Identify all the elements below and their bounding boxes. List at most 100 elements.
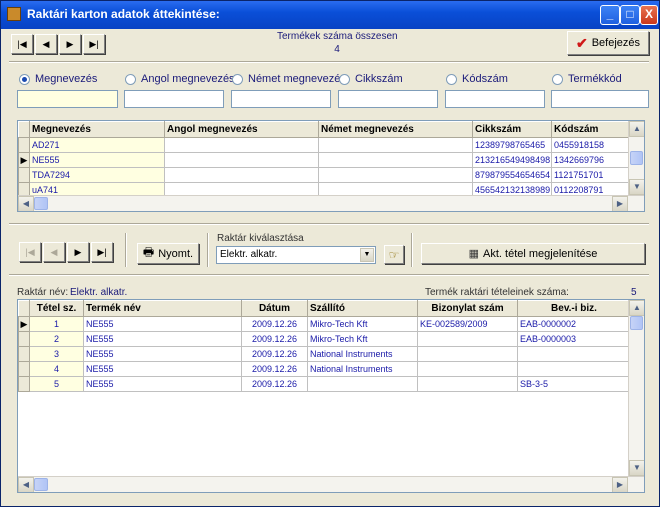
cell-cikkszam[interactable]: 12389798765465: [472, 137, 552, 153]
search-field-megnevezes[interactable]: [17, 90, 118, 108]
search-field-cikkszam[interactable]: [338, 90, 438, 108]
col-header-szallito[interactable]: Szállító: [307, 300, 418, 317]
cell-termek-nev[interactable]: NE555: [83, 361, 242, 377]
scroll-down-icon[interactable]: ▼: [629, 179, 644, 195]
scroll-left-icon[interactable]: ◀: [18, 477, 34, 492]
radio-nemet-megnevezes[interactable]: Német megnevezés: [232, 73, 346, 85]
table-row[interactable]: 4 NE555 2009.12.26 National Instruments: [18, 361, 631, 377]
stock-nav-prev-button[interactable]: ◀: [43, 242, 65, 262]
stock-nav-first-button[interactable]: |◀: [19, 242, 41, 262]
scroll-thumb[interactable]: [34, 478, 48, 491]
cell-angol[interactable]: [164, 152, 319, 168]
radio-termekkod[interactable]: Termékkód: [552, 73, 622, 85]
cell-bev-biz[interactable]: [517, 346, 631, 362]
cell-kodszam[interactable]: 1342669796: [551, 152, 631, 168]
table-row[interactable]: AD271 12389798765465 0455918158: [18, 137, 631, 153]
print-button[interactable]: 🖶 Nyomt.: [137, 243, 199, 264]
products-grid[interactable]: Megnevezés Angol megnevezés Német megnev…: [17, 120, 645, 212]
cell-tetel[interactable]: 2: [29, 331, 84, 347]
cell-kodszam[interactable]: 1121751701: [551, 167, 631, 183]
cell-bev-biz[interactable]: SB-3-5: [517, 376, 631, 392]
radio-kodszam[interactable]: Kódszám: [446, 73, 508, 85]
table-row[interactable]: 5 NE555 2009.12.26 SB-3-5: [18, 376, 631, 392]
cell-nemet[interactable]: [318, 167, 473, 183]
table-row[interactable]: 3 NE555 2009.12.26 National Instruments: [18, 346, 631, 362]
chevron-down-icon[interactable]: ▼: [360, 248, 374, 262]
cell-tetel[interactable]: 3: [29, 346, 84, 362]
col-header-datum[interactable]: Dátum: [241, 300, 308, 317]
cell-szallito[interactable]: Mikro-Tech Kft: [307, 316, 418, 332]
stock-nav-last-button[interactable]: ▶|: [91, 242, 113, 262]
title-bar[interactable]: Raktári karton adatok áttekintése: _ □ X: [1, 1, 659, 29]
cell-bev-biz[interactable]: EAB-0000003: [517, 331, 631, 347]
products-hscrollbar[interactable]: ◀ ▶: [18, 195, 644, 211]
col-header-megnevezes[interactable]: Megnevezés: [29, 121, 165, 138]
scroll-right-icon[interactable]: ▶: [612, 477, 628, 492]
scroll-right-icon[interactable]: ▶: [612, 196, 628, 211]
stock-grid[interactable]: Tétel sz. Termék név Dátum Szállító Bizo…: [17, 299, 645, 493]
col-header-bev-biz[interactable]: Bev.-i biz.: [517, 300, 631, 317]
cell-tetel[interactable]: 1: [29, 316, 84, 332]
cell-angol[interactable]: [164, 167, 319, 183]
col-header-nemet[interactable]: Német megnevezés: [318, 121, 473, 138]
cell-datum[interactable]: 2009.12.26: [241, 346, 308, 362]
cell-szallito[interactable]: National Instruments: [307, 361, 418, 377]
col-header-cikkszam[interactable]: Cikkszám: [472, 121, 552, 138]
cell-bizonylat[interactable]: KE-002589/2009: [417, 316, 518, 332]
cell-bev-biz[interactable]: [517, 361, 631, 377]
stock-nav-next-button[interactable]: ▶: [67, 242, 89, 262]
cell-szallito[interactable]: [307, 376, 418, 392]
cell-tetel[interactable]: 5: [29, 376, 84, 392]
cell-nemet[interactable]: [318, 152, 473, 168]
nav-last-button[interactable]: ▶|: [83, 34, 105, 54]
col-header-kodszam[interactable]: Kódszám: [551, 121, 631, 138]
scroll-down-icon[interactable]: ▼: [629, 460, 644, 476]
cell-datum[interactable]: 2009.12.26: [241, 361, 308, 377]
cell-datum[interactable]: 2009.12.26: [241, 316, 308, 332]
search-field-angol[interactable]: [124, 90, 224, 108]
col-header-termek-nev[interactable]: Termék név: [83, 300, 242, 317]
maximize-button[interactable]: □: [620, 5, 640, 25]
warehouse-select[interactable]: Elektr. alkatr. ▼: [216, 246, 376, 264]
minimize-button[interactable]: _: [600, 5, 620, 25]
table-row[interactable]: ▶ 1 NE555 2009.12.26 Mikro-Tech Kft KE-0…: [18, 316, 631, 332]
table-row[interactable]: ▶ NE555 213216549498498 1342669796: [18, 152, 631, 168]
nav-next-button[interactable]: ▶: [59, 34, 81, 54]
cell-termek-nev[interactable]: NE555: [83, 346, 242, 362]
cell-bev-biz[interactable]: EAB-0000002: [517, 316, 631, 332]
stock-hscrollbar[interactable]: ◀ ▶: [18, 476, 644, 492]
search-field-kodszam[interactable]: [445, 90, 545, 108]
scroll-thumb[interactable]: [34, 197, 48, 210]
cell-bizonylat[interactable]: [417, 331, 518, 347]
cell-termek-nev[interactable]: NE555: [83, 331, 242, 347]
cell-termek-nev[interactable]: NE555: [83, 316, 242, 332]
col-header-angol[interactable]: Angol megnevezés: [164, 121, 319, 138]
cell-megnevezes[interactable]: TDA7294: [29, 167, 165, 183]
stock-vscrollbar[interactable]: ▲ ▼: [628, 300, 644, 476]
cell-bizonylat[interactable]: [417, 376, 518, 392]
cell-datum[interactable]: 2009.12.26: [241, 376, 308, 392]
cell-megnevezes[interactable]: AD271: [29, 137, 165, 153]
radio-angol-megnevezes[interactable]: Angol megnevezés: [125, 73, 235, 85]
scroll-left-icon[interactable]: ◀: [18, 196, 34, 211]
close-button[interactable]: X: [640, 5, 658, 25]
show-item-button[interactable]: ▦ Akt. tétel megjelenítése: [421, 243, 645, 264]
products-vscrollbar[interactable]: ▲ ▼: [628, 121, 644, 195]
search-field-nemet[interactable]: [231, 90, 331, 108]
cell-datum[interactable]: 2009.12.26: [241, 331, 308, 347]
cell-kodszam[interactable]: 0455918158: [551, 137, 631, 153]
col-header-tetel[interactable]: Tétel sz.: [29, 300, 84, 317]
radio-megnevezes[interactable]: Megnevezés: [19, 73, 97, 85]
cell-szallito[interactable]: National Instruments: [307, 346, 418, 362]
cell-nemet[interactable]: [318, 137, 473, 153]
point-button[interactable]: ☞: [384, 245, 404, 264]
nav-first-button[interactable]: |◀: [11, 34, 33, 54]
cell-tetel[interactable]: 4: [29, 361, 84, 377]
table-row[interactable]: TDA7294 879879554654654 1121751701: [18, 167, 631, 183]
scroll-thumb[interactable]: [630, 151, 643, 165]
cell-termek-nev[interactable]: NE555: [83, 376, 242, 392]
scroll-up-icon[interactable]: ▲: [629, 121, 644, 137]
finish-button[interactable]: ✔ Befejezés: [567, 31, 649, 55]
scroll-up-icon[interactable]: ▲: [629, 300, 644, 316]
col-header-bizonylat[interactable]: Bizonylat szám: [417, 300, 518, 317]
